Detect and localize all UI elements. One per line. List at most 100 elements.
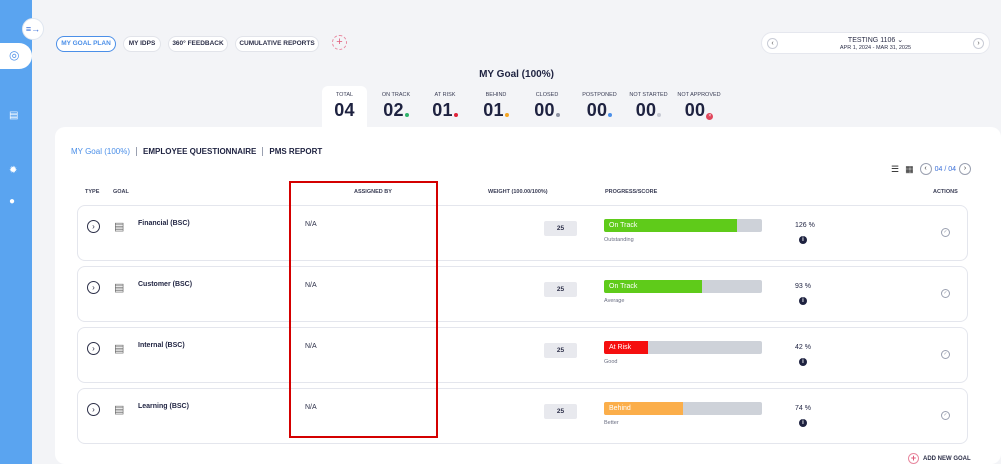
tab-my-idps[interactable]: MY IDPS <box>123 36 161 52</box>
col-weight: WEIGHT (100.00/100%) <box>488 189 548 195</box>
add-tab-icon[interactable]: + <box>332 35 347 50</box>
status-dot <box>404 113 409 117</box>
stat-label: AT RISK <box>434 92 456 98</box>
subtab-my-goal[interactable]: MY Goal (100%) <box>71 147 137 156</box>
check-circle-icon[interactable]: ✓ <box>941 228 950 237</box>
highlight-box <box>289 181 438 438</box>
stat-value: 04 <box>334 100 355 120</box>
progress-bar: Behind <box>604 402 762 415</box>
info-icon[interactable]: i <box>799 358 807 366</box>
goal-subtabs: MY Goal (100%) EMPLOYEE QUESTIONNAIRE PM… <box>71 147 334 156</box>
status-dot <box>608 113 613 117</box>
add-new-goal-label: ADD NEW GOAL <box>923 455 971 462</box>
stat-postponed[interactable]: POSTPONED 00 <box>577 92 622 121</box>
stat-closed[interactable]: CLOSED 00 <box>531 92 563 121</box>
rating-label: Outstanding <box>604 237 634 243</box>
stat-label: NOT APPROVED <box>677 92 721 98</box>
progress-bar: On Track <box>604 280 762 293</box>
chevron-right-icon[interactable]: › <box>87 403 100 416</box>
collapse-sidebar-icon[interactable]: ≡→ <box>22 18 44 40</box>
chevron-right-icon[interactable]: › <box>959 163 972 175</box>
period-range: APR 1, 2024 - MAR 31, 2025 <box>839 45 912 51</box>
list-view-icon[interactable]: ☰ <box>891 164 899 175</box>
target-icon: ◎ <box>9 48 20 62</box>
chevron-right-icon[interactable]: › <box>973 38 984 49</box>
rating-label: Better <box>604 420 619 426</box>
add-new-goal-button[interactable]: + ADD NEW GOAL <box>908 453 971 464</box>
chevron-left-icon[interactable]: ‹ <box>919 163 932 175</box>
grid-view-icon[interactable]: ▦ <box>905 164 914 175</box>
chevron-right-icon[interactable]: › <box>87 220 100 233</box>
user-icon[interactable]: ● <box>9 196 15 207</box>
rating-label: Average <box>604 298 625 304</box>
stat-at-risk[interactable]: AT RISK 01 <box>430 92 460 121</box>
document-edit-icon: ▤ <box>114 404 125 416</box>
progress-fill: On Track <box>604 280 702 293</box>
document-edit-icon: ▤ <box>114 282 125 294</box>
gear-icon[interactable]: ✹ <box>9 165 17 176</box>
sidebar-item-goals[interactable]: ◎ <box>0 43 32 69</box>
progress-fill: Behind <box>604 402 683 415</box>
stat-value: 00 <box>684 100 706 120</box>
info-icon[interactable]: i <box>799 297 807 305</box>
stat-label: ON TRACK <box>381 92 411 98</box>
goal-name[interactable]: Internal (BSC) <box>138 342 185 349</box>
check-circle-icon[interactable]: ✓ <box>941 411 950 420</box>
stat-label: CLOSED <box>535 92 559 98</box>
goal-row[interactable]: › ▤ Learning (BSC) N/A 25 Behind Better … <box>77 388 968 444</box>
stat-value: 00 <box>534 100 555 120</box>
progress-fill: At Risk <box>604 341 649 354</box>
score-percent: 93 % <box>795 283 811 290</box>
goal-row[interactable]: › ▤ Customer (BSC) N/A 25 On Track Avera… <box>77 266 968 322</box>
goal-row[interactable]: › ▤ Financial (BSC) N/A 25 On Track Outs… <box>77 205 968 261</box>
stat-label: BEHIND <box>485 92 507 98</box>
close-icon: × <box>706 113 714 120</box>
tab-360-feedback[interactable]: 360° FEEDBACK <box>168 36 228 52</box>
status-dot <box>504 113 509 117</box>
goal-row[interactable]: › ▤ Internal (BSC) N/A 25 At Risk Good 4… <box>77 327 968 383</box>
goal-name[interactable]: Financial (BSC) <box>138 220 190 227</box>
progress-bar: On Track <box>604 219 762 232</box>
info-icon[interactable]: i <box>799 236 807 244</box>
check-circle-icon[interactable]: ✓ <box>941 289 950 298</box>
goal-name[interactable]: Customer (BSC) <box>138 281 192 288</box>
tab-my-goal-plan[interactable]: MY GOAL PLAN <box>56 36 116 52</box>
goal-name[interactable]: Learning (BSC) <box>138 403 189 410</box>
stat-total[interactable]: TOTAL 04 <box>322 92 367 121</box>
main-area: MY GOAL PLAN MY IDPS 360° FEEDBACK CUMUL… <box>32 0 1001 464</box>
goals-panel: MY Goal (100%) EMPLOYEE QUESTIONNAIRE PM… <box>55 127 1001 464</box>
status-dot <box>657 113 662 117</box>
check-circle-icon[interactable]: ✓ <box>941 350 950 359</box>
col-actions: ACTIONS <box>933 189 958 195</box>
period-selector[interactable]: ‹ TESTING 1106 ⌄ APR 1, 2024 - MAR 31, 2… <box>761 32 990 54</box>
stat-not-approved[interactable]: NOT APPROVED 00 × <box>674 92 724 121</box>
stat-not-started[interactable]: NOT STARTED 00 <box>626 92 671 121</box>
subtab-pms-report[interactable]: PMS REPORT <box>269 147 328 156</box>
document-icon[interactable]: ▤ <box>9 110 18 121</box>
stat-behind[interactable]: BEHIND 01 <box>480 92 512 121</box>
stat-label: TOTAL <box>335 92 354 98</box>
chevron-right-icon[interactable]: › <box>87 281 100 294</box>
col-goal: GOAL <box>113 189 129 195</box>
stat-value: 01 <box>483 100 504 120</box>
stat-label: NOT STARTED <box>629 92 668 98</box>
subtab-employee-questionnaire[interactable]: EMPLOYEE QUESTIONNAIRE <box>143 147 264 156</box>
col-progress: PROGRESS/SCORE <box>605 189 658 195</box>
plus-icon: + <box>908 453 919 464</box>
stat-value: 00 <box>586 100 608 120</box>
weight-value: 25 <box>544 282 577 297</box>
info-icon[interactable]: i <box>799 419 807 427</box>
stat-value: 00 <box>635 100 657 120</box>
tab-cumulative-reports[interactable]: CUMULATIVE REPORTS <box>235 36 319 52</box>
weight-value: 25 <box>544 404 577 419</box>
sidebar: ◎ ▤ ✹ ● <box>0 0 32 464</box>
stat-on-track[interactable]: ON TRACK 02 <box>377 92 415 121</box>
document-edit-icon: ▤ <box>114 221 125 233</box>
chevron-right-icon[interactable]: › <box>87 342 100 355</box>
stat-label: POSTPONED <box>582 92 617 98</box>
view-controls: ☰ ▦ ‹ 04 / 04 › <box>891 162 972 176</box>
pagination-text: 04 / 04 <box>934 165 957 173</box>
progress-fill: On Track <box>604 219 737 232</box>
score-percent: 126 % <box>795 222 815 229</box>
period-title[interactable]: TESTING 1106 ⌄ <box>762 36 989 44</box>
